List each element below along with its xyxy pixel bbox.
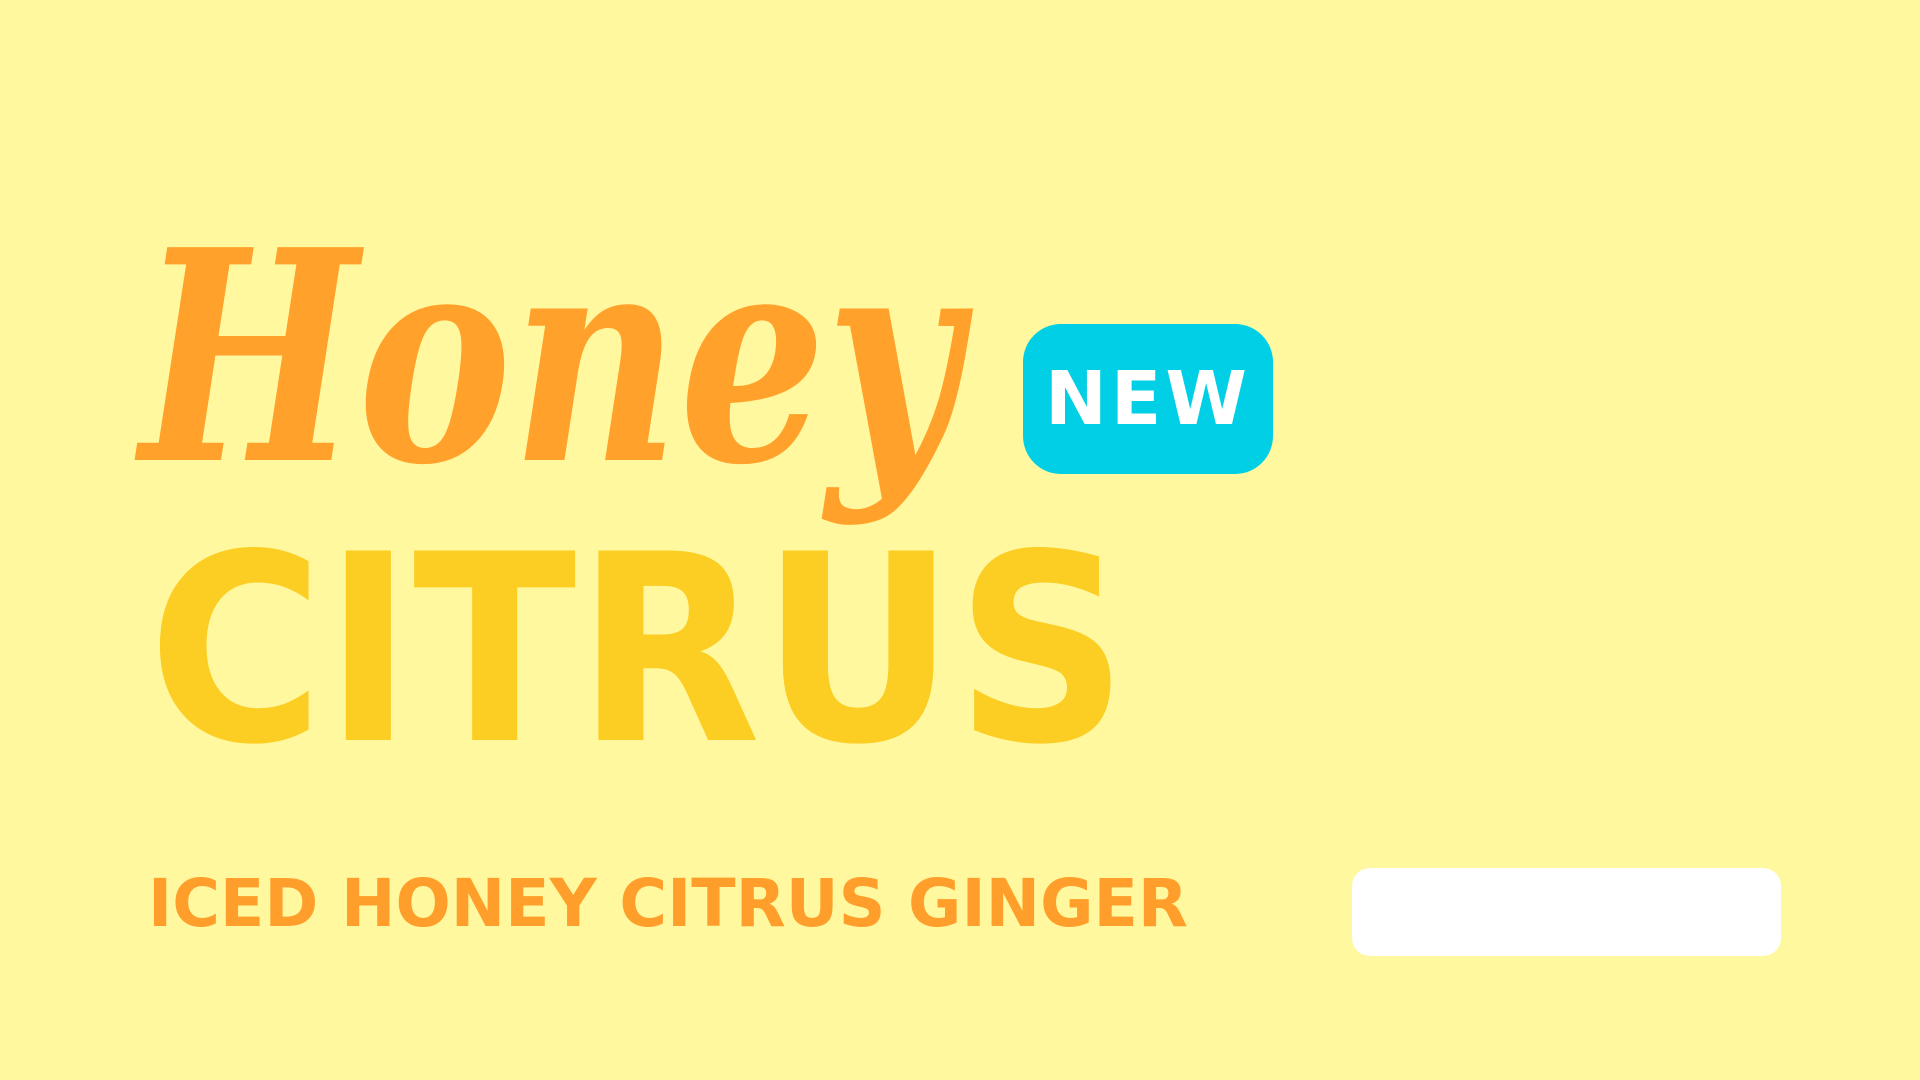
citrus-title-svg: CITRUS: [148, 500, 1128, 802]
subtitle-text: ICED HONEY CITRUS GINGER: [148, 865, 1188, 942]
subtitle-svg: ICED HONEY CITRUS GINGER: [148, 865, 1188, 942]
citrus-title: CITRUS: [148, 500, 1148, 802]
subtitle-line: ICED HONEY CITRUS GINGER: [148, 865, 1208, 942]
honey-word: Honey: [133, 186, 974, 529]
white-panel: [1352, 868, 1781, 956]
citrus-word: CITRUS: [148, 500, 1128, 802]
new-badge: NEW: [1023, 324, 1273, 474]
promo-graphic: Honey NEW CITRUS ICED HONEY CITRUS GINGE…: [0, 0, 1920, 1080]
honey-script-svg: Honey: [133, 186, 974, 529]
new-badge-label: NEW: [1044, 356, 1252, 442]
honey-script-title: Honey: [133, 160, 1060, 540]
